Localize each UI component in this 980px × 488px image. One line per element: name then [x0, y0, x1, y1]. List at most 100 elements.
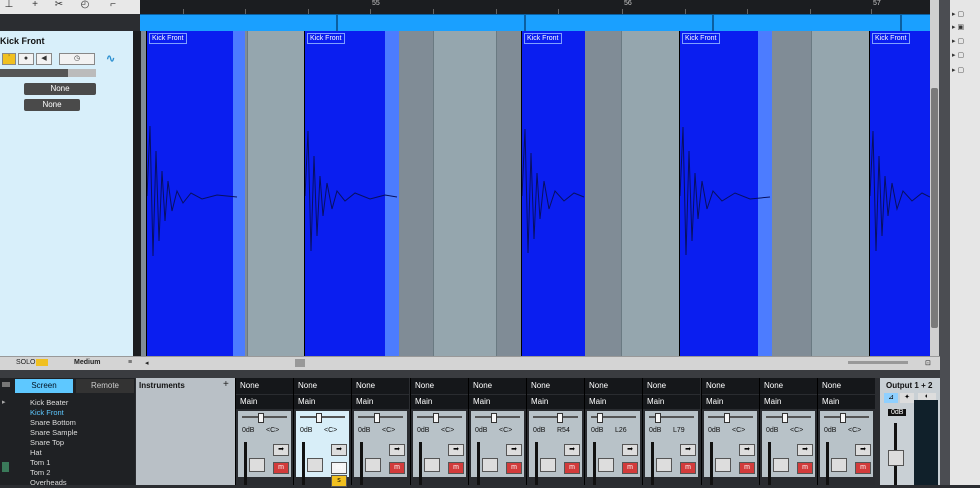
folder-icon[interactable]: ▸ ▢ — [952, 66, 978, 74]
track-list-item[interactable]: Hat — [30, 448, 42, 458]
folder-icon[interactable]: ▸ ▢ — [952, 10, 978, 18]
channel-route-icon[interactable]: ➡ — [273, 444, 289, 456]
channel-route-icon[interactable]: ➡ — [448, 444, 464, 456]
track-list-item[interactable]: Kick Front — [30, 408, 64, 418]
channel-input-select[interactable]: None — [527, 378, 584, 394]
channel-output-select[interactable]: Main — [643, 395, 700, 409]
track-list-item[interactable]: Tom 2 — [30, 468, 50, 478]
zoom-slider[interactable] — [848, 361, 908, 364]
mute-button[interactable]: m — [273, 462, 289, 474]
output-select[interactable]: None — [24, 99, 80, 111]
mute-button[interactable]: m — [331, 462, 347, 474]
channel-pan-knob[interactable] — [557, 413, 563, 423]
channel-pan-knob[interactable] — [491, 413, 497, 423]
track-name[interactable]: Kick Front — [0, 36, 45, 46]
channel-input-select[interactable]: None — [294, 378, 351, 394]
channel-fader[interactable] — [365, 458, 381, 472]
channel-pan-knob[interactable] — [655, 413, 661, 423]
channel-fader[interactable] — [307, 458, 323, 472]
channel-route-icon[interactable]: ➡ — [331, 444, 347, 456]
plus-tool-icon[interactable]: + — [28, 0, 42, 10]
mute-button[interactable]: m — [448, 462, 464, 474]
mute-button[interactable]: m — [680, 462, 696, 474]
channel-route-icon[interactable]: ➡ — [622, 444, 638, 456]
channel-output-select[interactable]: Main — [469, 395, 526, 409]
channel-input-select[interactable]: None — [643, 378, 700, 394]
arrange-view[interactable]: Kick Front Kick Front Kick Front Kick Fr… — [141, 31, 930, 356]
audio-event[interactable]: Kick Front — [679, 31, 772, 356]
channel-input-select[interactable]: None — [818, 378, 875, 394]
track-height-select[interactable]: Medium — [74, 359, 100, 366]
track-list-item[interactable]: Tom 1 — [30, 458, 50, 468]
audio-event[interactable]: Kick Front — [869, 31, 930, 356]
channel-output-select[interactable]: Main — [818, 395, 875, 409]
track-list-item[interactable]: Snare Top — [30, 438, 64, 448]
channel-fader[interactable] — [656, 458, 672, 472]
monitor-button[interactable]: ʼ — [2, 53, 16, 65]
track-list-item[interactable]: Kick Beater — [30, 398, 68, 408]
add-instrument-icon[interactable]: + — [223, 379, 229, 390]
channel-output-select[interactable]: Main — [760, 395, 817, 409]
channel-output-select[interactable]: Main — [527, 395, 584, 409]
mute-tool-icon[interactable]: ◴ — [78, 0, 92, 10]
channel-pan-knob[interactable] — [724, 413, 730, 423]
channel-fader[interactable] — [249, 458, 265, 472]
mute-button[interactable]: m — [739, 462, 755, 474]
channel-fader[interactable] — [598, 458, 614, 472]
channel-pan-knob[interactable] — [782, 413, 788, 423]
folder-icon[interactable]: ▸ ▢ — [952, 51, 978, 59]
channel-route-icon[interactable]: ➡ — [389, 444, 405, 456]
mute-button[interactable]: m — [855, 462, 871, 474]
channel-input-select[interactable]: None — [469, 378, 526, 394]
channel-pan-knob[interactable] — [316, 413, 322, 423]
channel-route-icon[interactable]: ➡ — [680, 444, 696, 456]
volume-bar[interactable] — [0, 69, 68, 77]
waveform-icon[interactable]: ∿ — [106, 52, 115, 65]
channel-fader[interactable] — [773, 458, 789, 472]
channel-pan-knob[interactable] — [433, 413, 439, 423]
speaker-icon[interactable]: ◀ — [36, 53, 52, 65]
channel-route-icon[interactable]: ➡ — [739, 444, 755, 456]
channel-pan-knob[interactable] — [374, 413, 380, 423]
track-list-item[interactable]: Snare Bottom — [30, 418, 76, 428]
solo-indicator[interactable] — [36, 359, 48, 366]
mute-button[interactable]: m — [389, 462, 405, 474]
channel-fader[interactable] — [831, 458, 847, 472]
input-select[interactable]: None — [24, 83, 96, 95]
channel-pan-knob[interactable] — [597, 413, 603, 423]
vertical-scroll-thumb[interactable] — [931, 88, 938, 328]
channel-fader[interactable] — [715, 458, 731, 472]
track-list-item[interactable]: Snare Sample — [30, 428, 78, 438]
channel-output-select[interactable]: Main — [352, 395, 409, 409]
output-select-icon[interactable]: ⊿ — [884, 393, 898, 403]
channel-output-select[interactable]: Main — [585, 395, 642, 409]
mute-button[interactable]: m — [564, 462, 580, 474]
audio-event[interactable]: Kick Front — [304, 31, 399, 356]
solo-label[interactable]: SOLO — [16, 359, 35, 366]
mute-button[interactable]: m — [622, 462, 638, 474]
channel-input-select[interactable]: None — [411, 378, 468, 394]
menu-icon[interactable]: ≡ — [128, 359, 132, 366]
expand-icon[interactable]: ▸ — [2, 398, 6, 406]
record-button[interactable]: ● — [18, 53, 34, 65]
channel-output-select[interactable]: Main — [411, 395, 468, 409]
tab-screen[interactable]: Screen — [15, 379, 73, 393]
output-fader[interactable] — [888, 450, 904, 466]
horizontal-scroll-thumb[interactable] — [295, 359, 305, 367]
channel-input-select[interactable]: None — [760, 378, 817, 394]
channel-input-select[interactable]: None — [702, 378, 759, 394]
channel-route-icon[interactable]: ➡ — [797, 444, 813, 456]
timeline-ruler[interactable]: 55 56 57 — [140, 0, 930, 14]
scroll-left-icon[interactable]: ◂ — [145, 359, 149, 367]
folder-icon[interactable]: ▸ ▣ — [952, 23, 978, 31]
channel-output-select[interactable]: Main — [236, 395, 293, 409]
channel-pan-knob[interactable] — [258, 413, 264, 423]
folder-icon[interactable]: ▸ ▢ — [952, 37, 978, 45]
channel-input-select[interactable]: None — [585, 378, 642, 394]
arrow-tool-icon[interactable]: ⊥ — [2, 0, 16, 10]
channel-route-icon[interactable]: ➡ — [506, 444, 522, 456]
tab-remote[interactable]: Remote — [76, 379, 134, 393]
mute-button[interactable]: m — [506, 462, 522, 474]
audio-event[interactable]: Kick Front — [521, 31, 585, 356]
zoom-icon[interactable]: ⊡ — [925, 359, 931, 367]
